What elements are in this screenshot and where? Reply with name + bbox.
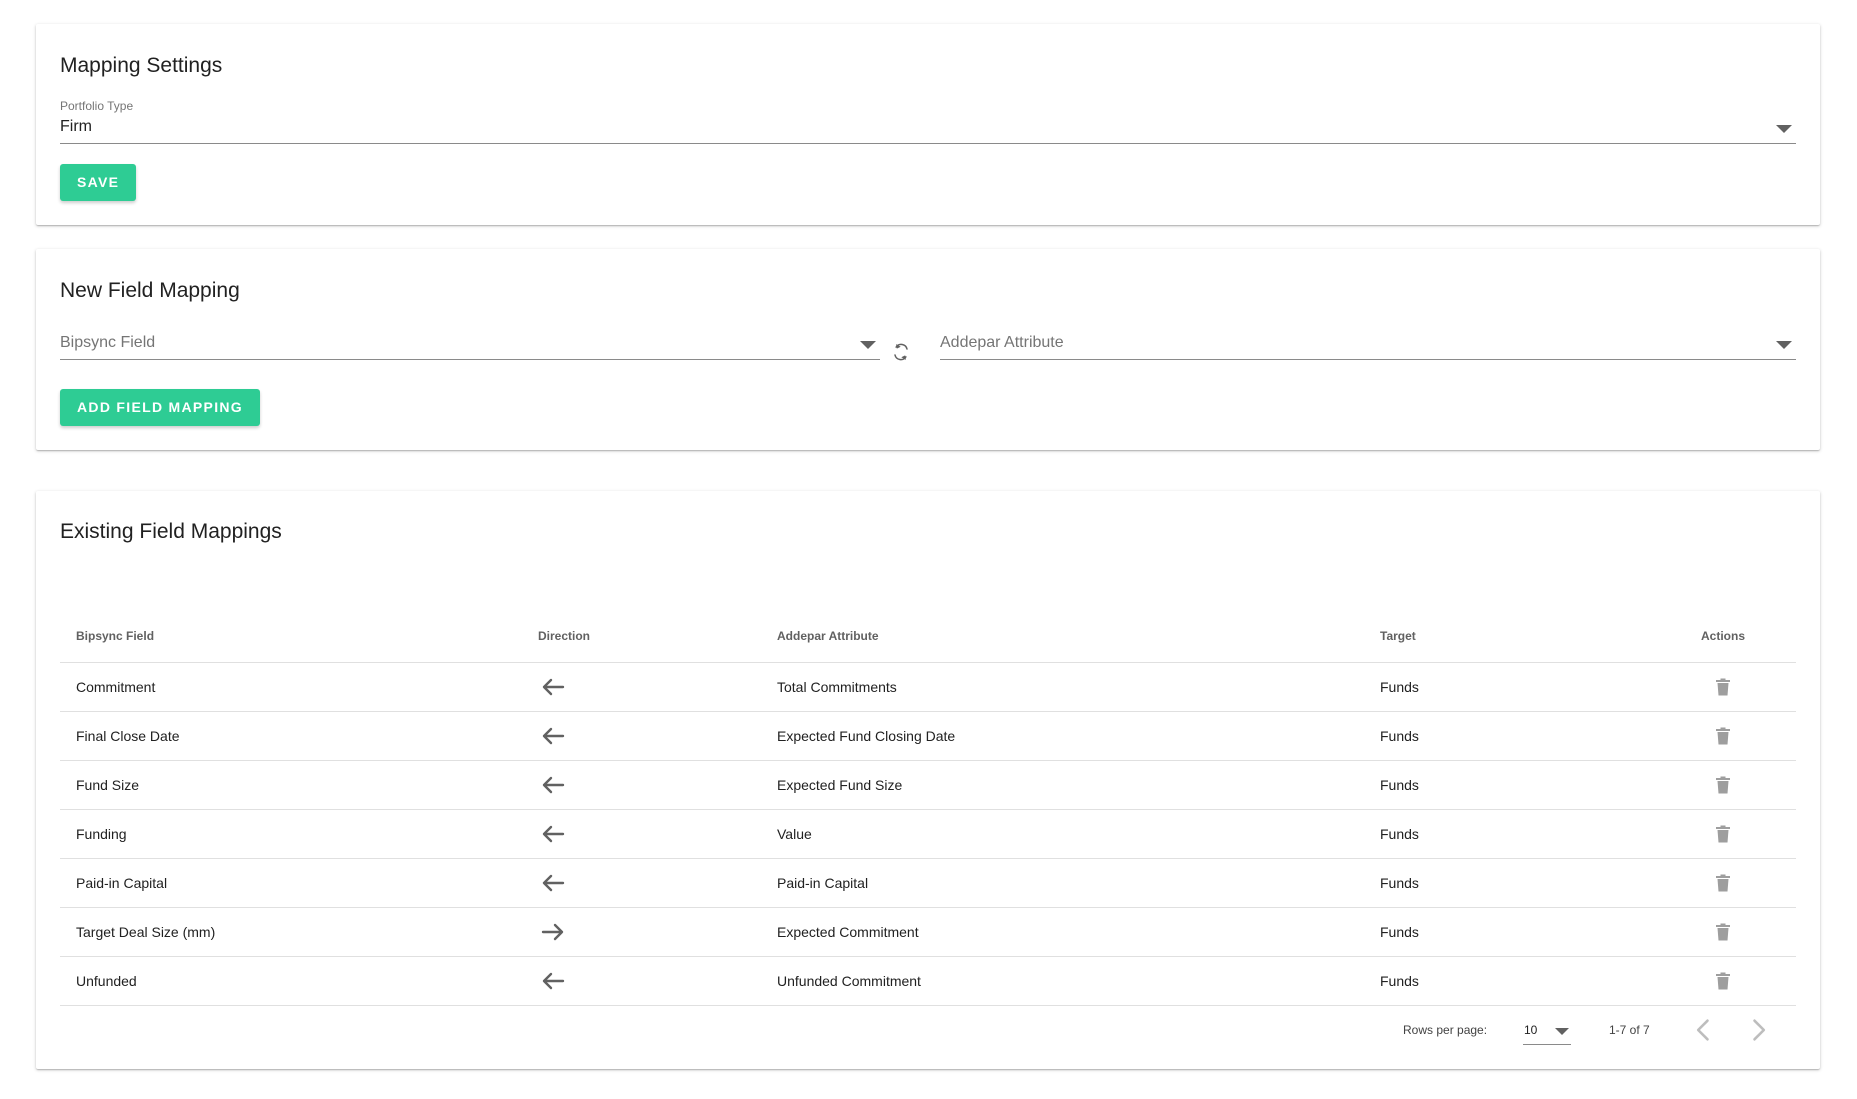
table-row: Unfunded Unfunded Commitment Funds bbox=[60, 956, 1796, 1006]
trash-icon[interactable] bbox=[1715, 677, 1731, 696]
cell-addepar-attribute: Expected Commitment bbox=[777, 907, 1380, 957]
pagination-range: 1-7 of 7 bbox=[1609, 1023, 1650, 1037]
cell-addepar-attribute: Value bbox=[777, 809, 1380, 859]
cell-addepar-attribute: Expected Fund Closing Date bbox=[777, 711, 1380, 761]
column-header-addepar-attribute[interactable]: Addepar Attribute bbox=[777, 610, 1380, 663]
trash-icon[interactable] bbox=[1715, 726, 1731, 745]
rows-per-page-value: 10 bbox=[1524, 1023, 1538, 1037]
add-field-mapping-button[interactable]: ADD FIELD MAPPING bbox=[60, 389, 260, 426]
cell-target: Funds bbox=[1380, 907, 1650, 957]
cell-bipsync-field: Commitment bbox=[60, 662, 538, 712]
table-row: Commitment Total Commitments Funds bbox=[60, 662, 1796, 712]
cell-target: Funds bbox=[1380, 956, 1650, 1006]
cell-target: Funds bbox=[1380, 858, 1650, 908]
chevron-down-icon bbox=[1776, 125, 1792, 133]
chevron-right-icon[interactable] bbox=[1744, 1015, 1772, 1045]
cell-addepar-attribute: Expected Fund Size bbox=[777, 760, 1380, 810]
mappings-table: Bipsync Field Direction Addepar Attribut… bbox=[60, 610, 1796, 1006]
cell-actions bbox=[1650, 858, 1796, 908]
trash-icon[interactable] bbox=[1715, 824, 1731, 843]
chevron-down-icon bbox=[1776, 341, 1792, 349]
arrow-left-icon bbox=[538, 775, 566, 793]
cell-actions bbox=[1650, 956, 1796, 1006]
trash-icon[interactable] bbox=[1715, 873, 1731, 892]
cell-direction bbox=[538, 760, 777, 810]
cell-target: Funds bbox=[1380, 809, 1650, 859]
arrow-left-icon bbox=[538, 824, 566, 842]
cell-actions bbox=[1650, 907, 1796, 957]
cell-actions bbox=[1650, 711, 1796, 761]
cell-direction bbox=[538, 956, 777, 1006]
cell-target: Funds bbox=[1380, 760, 1650, 810]
table-row: Fund Size Expected Fund Size Funds bbox=[60, 760, 1796, 810]
bipsync-field-select[interactable]: Bipsync Field bbox=[60, 326, 880, 360]
cell-direction bbox=[538, 809, 777, 859]
addepar-attribute-placeholder: Addepar Attribute bbox=[940, 334, 1064, 351]
chevron-down-icon bbox=[860, 341, 876, 349]
cell-bipsync-field: Fund Size bbox=[60, 760, 538, 810]
cell-direction bbox=[538, 907, 777, 957]
chevron-left-icon[interactable] bbox=[1690, 1015, 1718, 1045]
arrow-right-icon bbox=[538, 922, 566, 940]
trash-icon[interactable] bbox=[1715, 971, 1731, 990]
cell-bipsync-field: Paid-in Capital bbox=[60, 858, 538, 908]
table-row: Paid-in Capital Paid-in Capital Funds bbox=[60, 858, 1796, 908]
column-header-direction[interactable]: Direction bbox=[538, 610, 777, 663]
cell-actions bbox=[1650, 809, 1796, 859]
table-row: Target Deal Size (mm) Expected Commitment… bbox=[60, 907, 1796, 957]
rows-per-page-label: Rows per page: bbox=[1403, 1023, 1488, 1037]
cell-target: Funds bbox=[1380, 711, 1650, 761]
save-button[interactable]: SAVE bbox=[60, 164, 137, 201]
table-header-row: Bipsync Field Direction Addepar Attribut… bbox=[60, 610, 1796, 663]
column-header-actions: Actions bbox=[1650, 610, 1796, 663]
trash-icon[interactable] bbox=[1715, 775, 1731, 794]
cell-bipsync-field: Final Close Date bbox=[60, 711, 538, 761]
cell-direction bbox=[538, 711, 777, 761]
cell-direction bbox=[538, 662, 777, 712]
arrow-left-icon bbox=[538, 677, 566, 695]
portfolio-type-value: Firm bbox=[60, 118, 92, 135]
rows-per-page-select[interactable]: 10 bbox=[1523, 1015, 1571, 1045]
table-row: Final Close Date Expected Fund Closing Da… bbox=[60, 711, 1796, 761]
column-header-target[interactable]: Target bbox=[1380, 610, 1650, 663]
existing-field-mappings-card: Existing Field Mappings Bipsync Field Di… bbox=[36, 491, 1820, 1069]
bipsync-field-placeholder: Bipsync Field bbox=[60, 334, 156, 351]
arrow-left-icon bbox=[538, 971, 566, 989]
trash-icon[interactable] bbox=[1715, 922, 1731, 941]
mapping-settings-title: Mapping Settings bbox=[60, 54, 223, 77]
refresh-icon[interactable] bbox=[892, 343, 910, 361]
cell-actions bbox=[1650, 760, 1796, 810]
new-field-mapping-card: New Field Mapping Bipsync Field Addepar … bbox=[36, 249, 1820, 450]
addepar-attribute-select[interactable]: Addepar Attribute bbox=[940, 326, 1796, 360]
cell-bipsync-field: Unfunded bbox=[60, 956, 538, 1006]
cell-target: Funds bbox=[1380, 662, 1650, 712]
cell-actions bbox=[1650, 662, 1796, 712]
cell-bipsync-field: Funding bbox=[60, 809, 538, 859]
cell-bipsync-field: Target Deal Size (mm) bbox=[60, 907, 538, 957]
table-row: Funding Value Funds bbox=[60, 809, 1796, 859]
table-pagination: Rows per page: 10 1-7 of 7 bbox=[36, 1011, 1820, 1051]
cell-addepar-attribute: Paid-in Capital bbox=[777, 858, 1380, 908]
column-header-bipsync-field[interactable]: Bipsync Field bbox=[60, 610, 538, 663]
cell-direction bbox=[538, 858, 777, 908]
new-field-mapping-title: New Field Mapping bbox=[60, 279, 240, 302]
cell-addepar-attribute: Total Commitments bbox=[777, 662, 1380, 712]
portfolio-type-select[interactable]: Firm bbox=[60, 110, 1796, 144]
arrow-left-icon bbox=[538, 873, 566, 891]
arrow-left-icon bbox=[538, 726, 566, 744]
mapping-settings-card: Mapping Settings Portfolio Type Firm SAV… bbox=[36, 24, 1820, 225]
cell-addepar-attribute: Unfunded Commitment bbox=[777, 956, 1380, 1006]
chevron-down-icon bbox=[1555, 1028, 1569, 1035]
existing-field-mappings-title: Existing Field Mappings bbox=[60, 520, 282, 543]
